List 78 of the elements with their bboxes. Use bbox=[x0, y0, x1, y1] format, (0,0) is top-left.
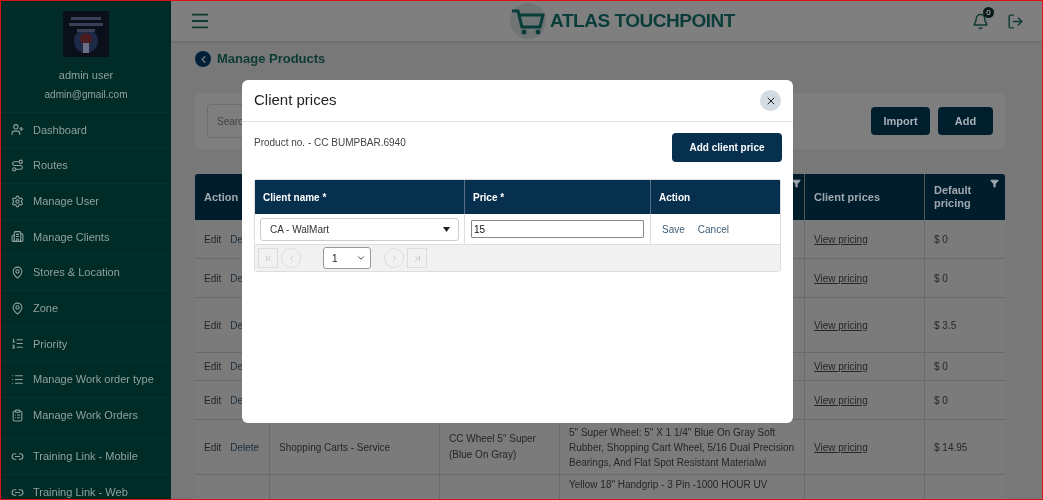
table-cell-text: $ 0 bbox=[934, 232, 948, 247]
edit-link[interactable]: Edit bbox=[204, 231, 222, 247]
table-cell-text: CC Wheel 5" Super (Blue On Gray) bbox=[449, 432, 537, 462]
view-pricing-link[interactable]: View pricing bbox=[814, 439, 868, 455]
edit-link[interactable]: Edit bbox=[204, 270, 222, 286]
sidebar-item[interactable]: Stores & Location bbox=[1, 254, 171, 290]
delete-link[interactable]: De bbox=[230, 317, 244, 333]
brand-name: ATLAS TOUCHPOINT bbox=[550, 8, 735, 33]
caret-icon bbox=[443, 226, 450, 232]
filter-icon[interactable] bbox=[792, 179, 801, 188]
first-page-icon bbox=[263, 253, 273, 263]
sidebar-item[interactable]: Routes bbox=[1, 147, 171, 183]
sidebar-item[interactable]: Manage Work Orders bbox=[1, 397, 171, 433]
table-cell-text: $ 0 bbox=[934, 271, 948, 286]
numbered-list-icon bbox=[11, 337, 24, 351]
view-pricing-link[interactable]: View pricing bbox=[814, 231, 868, 247]
gear-icon bbox=[11, 194, 24, 208]
last-page-icon bbox=[412, 253, 422, 263]
sidebar-item[interactable]: Training Link - Mobile bbox=[1, 437, 171, 474]
delete-link[interactable]: De bbox=[230, 359, 244, 374]
close-button[interactable] bbox=[760, 90, 781, 111]
user-email: admin@gmail.com bbox=[44, 87, 128, 102]
edit-link[interactable]: Edit bbox=[204, 392, 222, 408]
page-select[interactable]: 1 bbox=[323, 247, 371, 269]
clipboard-icon bbox=[11, 408, 24, 422]
table-cell-text: $ 0 bbox=[934, 360, 948, 374]
sidebar-item[interactable]: Zone bbox=[1, 289, 171, 326]
table-cell-text: $ 14.95 bbox=[934, 440, 968, 455]
import-button[interactable]: Import bbox=[871, 107, 930, 135]
table-cell-text: Shopping Carts - Service bbox=[279, 440, 391, 455]
map-pin-icon bbox=[11, 266, 24, 280]
sidebar-item[interactable]: Training Link - Web bbox=[1, 473, 171, 499]
delete-link[interactable]: Delete bbox=[230, 439, 260, 455]
sidebar-item[interactable]: Manage Work order type bbox=[1, 361, 171, 397]
view-pricing-link[interactable]: View pricing bbox=[814, 359, 868, 374]
column-header: Action bbox=[658, 190, 692, 205]
route-icon bbox=[11, 159, 24, 173]
map-pin-icon bbox=[11, 301, 24, 315]
table-cell-text: $ 0 bbox=[934, 393, 948, 408]
chevron-down-icon bbox=[356, 253, 366, 263]
back-button[interactable] bbox=[195, 51, 211, 67]
sidebar-item[interactable]: Manage Clients bbox=[1, 218, 171, 255]
list-icon bbox=[11, 373, 24, 387]
view-pricing-link[interactable]: View pricing bbox=[814, 270, 868, 286]
dialog-title: Client prices bbox=[254, 90, 337, 111]
logout-icon[interactable] bbox=[1007, 12, 1024, 30]
edit-link[interactable]: Edit bbox=[204, 439, 222, 455]
filter-icon[interactable] bbox=[990, 179, 999, 188]
column-header: Price * bbox=[465, 180, 651, 214]
sidebar-item[interactable]: Manage User bbox=[1, 182, 171, 219]
table-cell-text: 5" Super Wheel: 5" X 1 1/4" Blue On Gray Soft Rubber, Shopping Cart Wheel, 5/16 Dual Precision Bearings, And Flat Spot Resistant Materialwi bbox=[569, 425, 796, 470]
table-cell-text: $ 3.5 bbox=[934, 318, 957, 333]
edit-link[interactable]: Edit bbox=[204, 317, 222, 333]
save-link[interactable]: Save bbox=[662, 221, 685, 237]
table-cell-text: Yellow 18" Handgrip - 3 Pin -1000 HOUR UV bbox=[569, 478, 768, 492]
notification-count: 0 bbox=[983, 6, 994, 18]
column-header: Client name * bbox=[255, 180, 465, 214]
client-select[interactable]: CA - WalMart bbox=[260, 217, 459, 241]
view-pricing-link[interactable]: View pricing bbox=[814, 317, 868, 333]
delete-link[interactable]: De bbox=[230, 392, 244, 408]
user-plus-icon bbox=[11, 123, 24, 137]
user-name: admin user bbox=[58, 68, 114, 83]
view-pricing-link[interactable]: View pricing bbox=[814, 392, 868, 408]
sidebar-item[interactable]: Priority bbox=[1, 325, 171, 362]
building-icon bbox=[11, 230, 24, 244]
bell-icon[interactable] bbox=[972, 12, 989, 30]
product-number: Product no. - CC BUMPBAR.6940 bbox=[254, 136, 406, 150]
cancel-link[interactable]: Cancel bbox=[697, 221, 729, 237]
add-client-price-button[interactable]: Add client price bbox=[672, 133, 782, 162]
page-title: Manage Products bbox=[217, 50, 326, 69]
price-field[interactable]: 15 bbox=[471, 220, 644, 238]
edit-link[interactable]: Edit bbox=[204, 359, 222, 374]
sidebar-item[interactable]: Dashboard bbox=[1, 111, 171, 148]
cart-logo-icon bbox=[508, 1, 549, 41]
add-button[interactable]: Add bbox=[938, 107, 993, 135]
delete-link[interactable]: De bbox=[230, 231, 244, 247]
column-header: Default pricing bbox=[934, 184, 973, 210]
delete-link[interactable]: De bbox=[230, 270, 244, 286]
